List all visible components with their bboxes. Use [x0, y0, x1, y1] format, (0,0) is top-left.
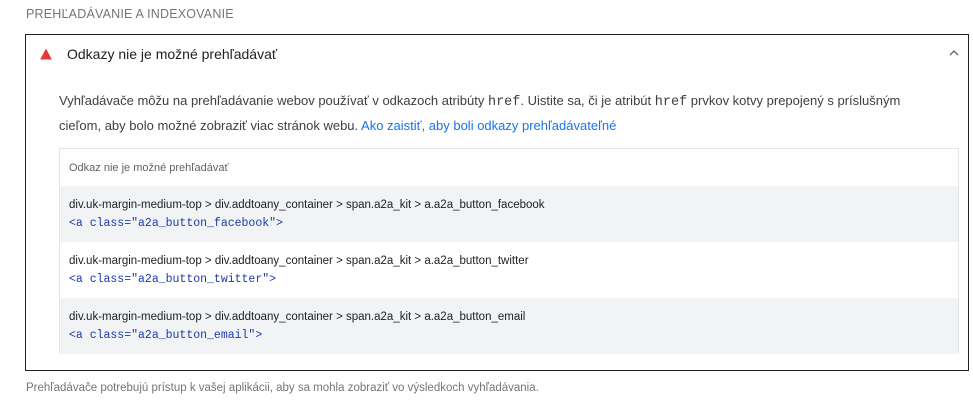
node-path: div.uk-margin-medium-top > div.addtoany_… — [69, 255, 529, 267]
code-href-1: href — [487, 95, 521, 110]
description-text-2: . Uistite sa, či je atribút — [520, 93, 655, 108]
table-row: div.uk-margin-medium-top > div.addtoany_… — [60, 186, 958, 242]
learn-more-link[interactable]: Ako zaistiť, aby boli odkazy prehľadávat… — [361, 118, 616, 133]
warning-triangle-icon — [40, 48, 52, 60]
details-header: Odkaz nie je možné prehľadávať — [69, 162, 229, 174]
section-title: PREHĽADÁVANIE A INDEXOVANIE — [26, 7, 234, 21]
audit-panel: Odkazy nie je možné prehľadávať Vyhľadáv… — [25, 34, 969, 371]
description-text-1: Vyhľadávače môžu na prehľadávanie webov … — [59, 93, 488, 108]
chevron-up-icon[interactable] — [948, 47, 960, 59]
node-snippet: <a class="a2a_button_twitter"> — [69, 273, 277, 286]
audit-header[interactable]: Odkazy nie je možné prehľadávať — [26, 35, 968, 75]
section-footer: Prehľadávače potrebujú prístup k vašej a… — [26, 382, 539, 394]
node-path: div.uk-margin-medium-top > div.addtoany_… — [69, 311, 526, 323]
table-row: div.uk-margin-medium-top > div.addtoany_… — [60, 242, 958, 298]
node-snippet: <a class="a2a_button_email"> — [69, 329, 263, 342]
node-path: div.uk-margin-medium-top > div.addtoany_… — [69, 199, 545, 211]
audit-title: Odkazy nie je možné prehľadávať — [67, 46, 278, 62]
table-row: div.uk-margin-medium-top > div.addtoany_… — [60, 298, 958, 354]
details-table: Odkaz nie je možné prehľadávať div.uk-ma… — [59, 148, 959, 354]
node-snippet: <a class="a2a_button_facebook"> — [69, 217, 283, 230]
code-href-2: href — [654, 95, 688, 110]
audit-description: Vyhľadávače môžu na prehľadávanie webov … — [59, 89, 909, 137]
